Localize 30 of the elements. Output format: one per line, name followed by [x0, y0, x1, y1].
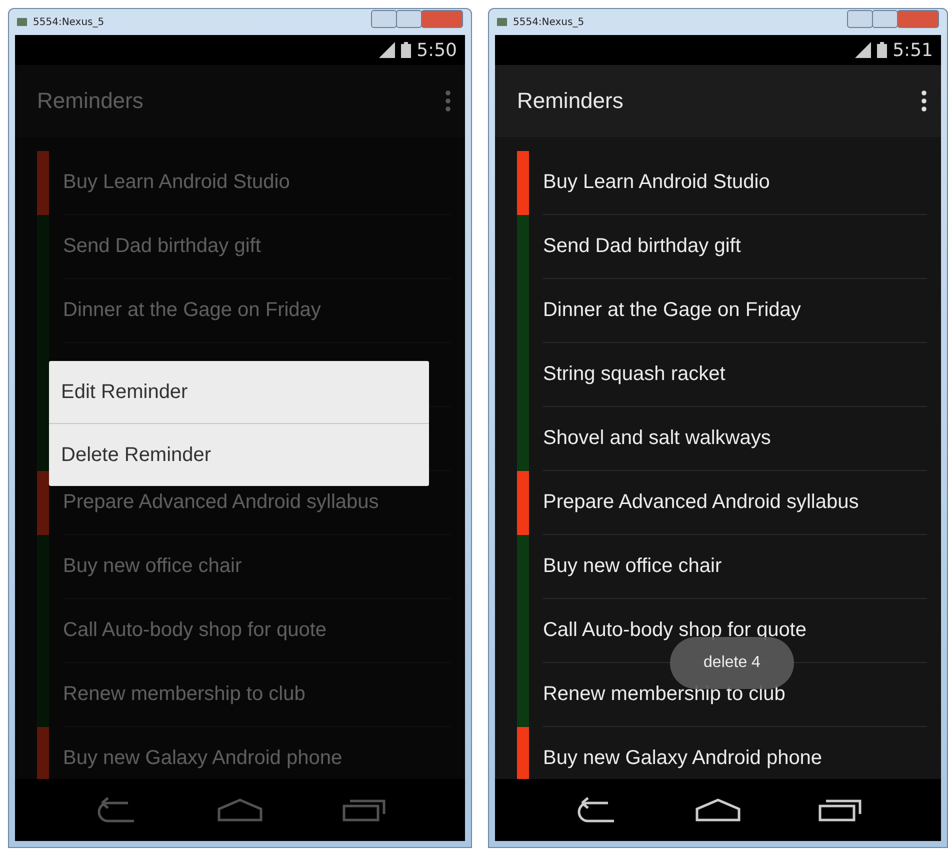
clock: 5:51 [892, 40, 933, 60]
close-button[interactable] [420, 10, 463, 28]
clock: 5:50 [416, 40, 457, 60]
app-title: Reminders [516, 88, 624, 114]
home-icon[interactable] [694, 798, 741, 822]
app-icon [496, 18, 507, 26]
minimize-button[interactable] [847, 10, 873, 28]
maximize-button[interactable] [396, 10, 422, 28]
menu-item[interactable]: Edit Reminder [49, 361, 429, 423]
reminder-item[interactable]: Buy new office chair [542, 555, 722, 578]
window-title: 5554:Nexus_5 [512, 16, 586, 28]
signal-icon [378, 42, 395, 58]
reminder-item[interactable]: Buy Learn Android Studio [542, 171, 770, 194]
reminder-item[interactable]: Shovel and salt walkways [542, 427, 771, 450]
reminder-item[interactable]: Buy new Galaxy Android phone [542, 747, 822, 770]
reminder-item[interactable]: Dinner at the Gage on Friday [542, 299, 801, 322]
battery-icon [400, 42, 411, 58]
minimize-button[interactable] [370, 10, 397, 28]
maximize-button[interactable] [872, 10, 898, 28]
overflow-menu-icon[interactable] [921, 90, 927, 112]
battery-icon [876, 42, 887, 58]
app-icon [17, 18, 27, 26]
signal-icon [854, 42, 871, 58]
menu-item[interactable]: Delete Reminder [49, 423, 429, 486]
window-title: 5554:Nexus_5 [33, 16, 106, 28]
reminder-item[interactable]: Send Dad birthday gift [542, 235, 741, 258]
app-title: Reminders [37, 88, 144, 114]
recent-apps-icon[interactable] [818, 798, 862, 822]
reminder-item[interactable]: Prepare Advanced Android syllabus [542, 491, 859, 514]
reminder-item[interactable]: String squash racket [542, 363, 726, 386]
